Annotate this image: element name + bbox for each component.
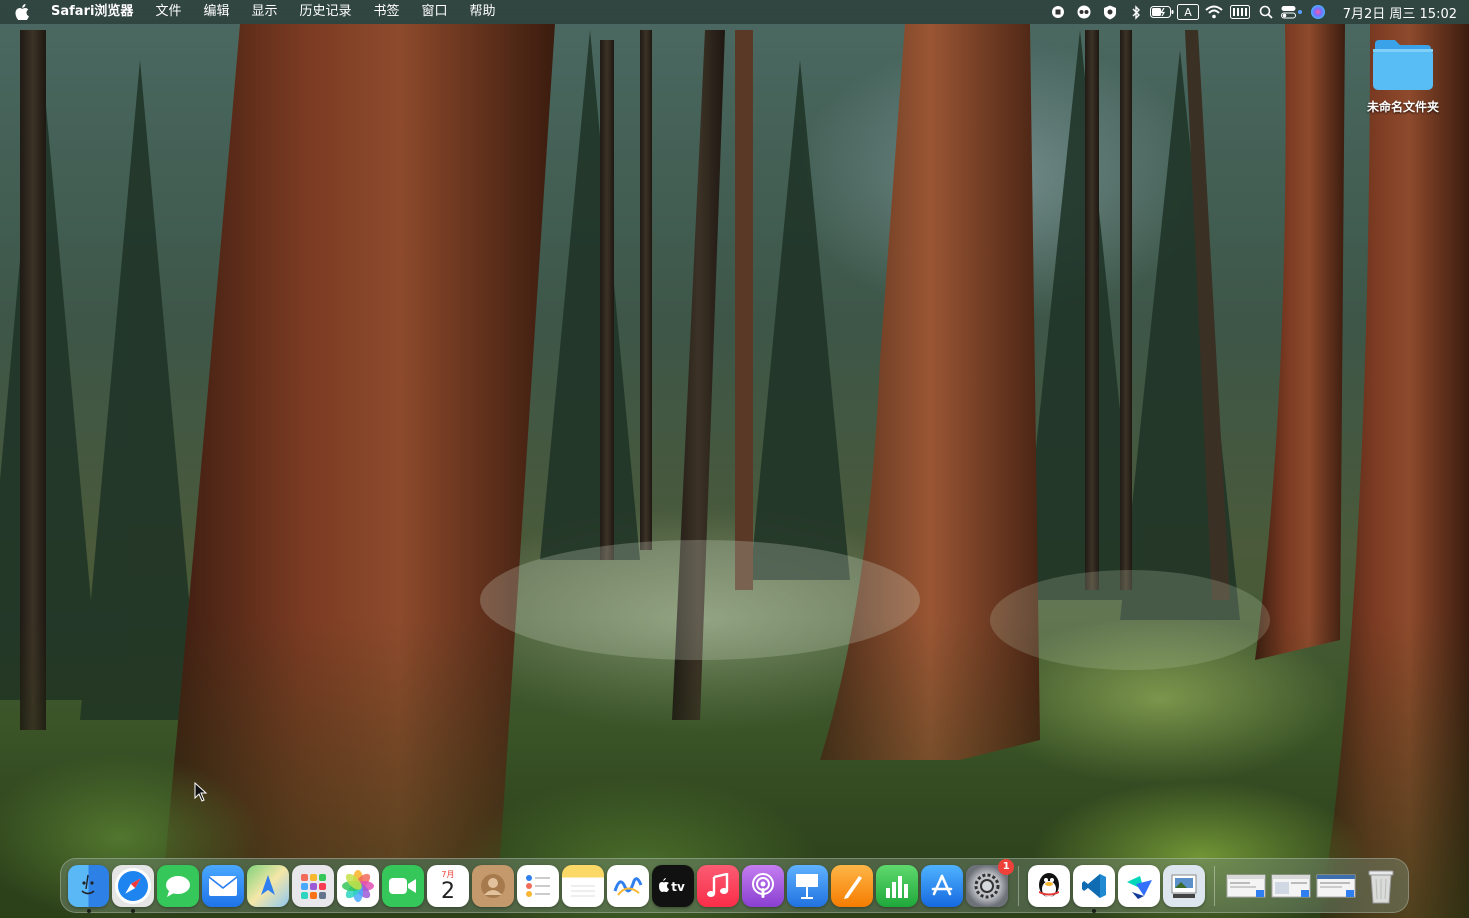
search-icon[interactable]: [1253, 0, 1279, 24]
dock-keynote[interactable]: [786, 864, 829, 907]
dock-facetime[interactable]: [382, 864, 424, 907]
music-icon: [706, 872, 728, 897]
dock-apple-tv[interactable]: tv: [651, 864, 694, 907]
dock-qq[interactable]: [1028, 864, 1071, 907]
facetime-icon: [389, 877, 417, 894]
menu-clock[interactable]: 7月2日 周三 15:02: [1331, 3, 1457, 22]
freeform-icon: [613, 876, 643, 896]
app-store-icon: [931, 874, 953, 895]
menu-app-name[interactable]: Safari浏览器: [40, 0, 144, 24]
contacts-icon: [480, 873, 505, 898]
menu-view[interactable]: 显示: [240, 0, 288, 24]
dock-minimized-window-2[interactable]: [1270, 865, 1312, 907]
dock-launchpad[interactable]: [292, 864, 335, 907]
folder-icon: [1373, 40, 1433, 90]
dock-freeform[interactable]: [606, 864, 649, 907]
dock-preview[interactable]: [1163, 864, 1205, 907]
glasses-icon[interactable]: [1071, 0, 1097, 24]
trash-icon: [1368, 870, 1394, 903]
photos-icon: [342, 869, 375, 902]
podcasts-icon: [751, 872, 774, 898]
keynote-icon: [796, 873, 819, 899]
reminders-icon: [525, 874, 550, 897]
dock-music[interactable]: [696, 864, 739, 907]
dock-photos[interactable]: [337, 864, 380, 907]
keyboard-icon[interactable]: [1227, 0, 1253, 24]
window-thumbnail-icon: [1226, 874, 1266, 897]
dock-system-settings[interactable]: 1: [966, 858, 1015, 907]
safari-icon: [118, 870, 149, 901]
dock-safari[interactable]: [112, 864, 155, 913]
pages-icon: [844, 875, 863, 899]
messages-icon: [166, 875, 191, 897]
running-indicator: [131, 908, 136, 913]
calendar-month: 7月: [441, 869, 455, 879]
dock-mail[interactable]: [202, 864, 245, 907]
dock-reminders[interactable]: [516, 864, 559, 907]
dock-notes[interactable]: [561, 864, 604, 907]
apple-menu-icon[interactable]: [12, 0, 32, 24]
dock-trash[interactable]: [1360, 865, 1402, 907]
shield-icon[interactable]: [1097, 0, 1123, 24]
siri-icon[interactable]: [1305, 0, 1331, 24]
numbers-icon: [886, 875, 909, 898]
folder-label: 未命名文件夹: [1366, 100, 1439, 114]
window-thumbnail-icon: [1271, 874, 1311, 897]
dock-podcasts[interactable]: [741, 864, 784, 907]
vscode-icon: [1082, 873, 1107, 898]
dock-minimized-window-3[interactable]: [1315, 865, 1357, 907]
dock-vscode[interactable]: [1073, 864, 1116, 913]
battery-icon[interactable]: [1149, 0, 1175, 24]
launchpad-icon: [301, 873, 327, 899]
dock-separator: [1214, 865, 1216, 906]
gear-icon: [974, 873, 1000, 898]
mouse-cursor-icon: [194, 782, 208, 802]
menu-bar: Safari浏览器 文件 编辑 显示 历史记录 书签 窗口 帮助 A 7月2日 …: [0, 0, 1469, 24]
svg-text:tv: tv: [671, 880, 685, 894]
notes-icon: [570, 885, 595, 896]
dock-contacts[interactable]: [471, 864, 514, 907]
menu-file[interactable]: 文件: [144, 0, 192, 24]
dock: 7月 2 tv 1: [60, 858, 1409, 913]
dock-calendar[interactable]: 7月 2: [427, 864, 469, 907]
menu-history[interactable]: 历史记录: [288, 0, 362, 24]
calendar-day: 2: [440, 878, 455, 904]
dock-separator: [1017, 865, 1019, 906]
feishu-icon: [1127, 875, 1153, 899]
dock-pages[interactable]: [831, 864, 874, 907]
desktop-folder[interactable]: 未命名文件夹: [1358, 38, 1448, 115]
dock-feishu[interactable]: [1118, 864, 1160, 907]
running-indicator: [1092, 908, 1097, 913]
input-method-icon[interactable]: A: [1175, 0, 1201, 24]
bluetooth-icon[interactable]: [1123, 0, 1149, 24]
notification-badge: 1: [998, 858, 1015, 875]
dock-app-store[interactable]: [921, 864, 964, 907]
menu-help[interactable]: 帮助: [459, 0, 507, 24]
wifi-icon[interactable]: [1201, 0, 1227, 24]
menu-window[interactable]: 窗口: [411, 0, 459, 24]
menu-bookmarks[interactable]: 书签: [363, 0, 411, 24]
dock-finder[interactable]: [67, 864, 110, 913]
maps-icon: [261, 874, 276, 895]
dock-minimized-window-1[interactable]: [1225, 865, 1267, 907]
qq-penguin-icon: [1039, 872, 1060, 897]
finder-icon: [81, 874, 95, 894]
dock-numbers[interactable]: [876, 864, 919, 907]
running-indicator: [86, 908, 91, 913]
apple-tv-icon: tv: [658, 877, 685, 894]
desktop-wallpaper: [0, 0, 1469, 918]
mail-icon: [208, 875, 238, 896]
window-thumbnail-icon: [1316, 874, 1356, 897]
control-center-icon[interactable]: [1279, 0, 1305, 24]
menu-edit[interactable]: 编辑: [192, 0, 240, 24]
record-icon[interactable]: [1045, 0, 1071, 24]
dock-maps[interactable]: [247, 864, 290, 907]
dock-messages[interactable]: [157, 864, 200, 907]
preview-icon: [1171, 874, 1197, 898]
input-method-label: A: [1184, 6, 1192, 19]
